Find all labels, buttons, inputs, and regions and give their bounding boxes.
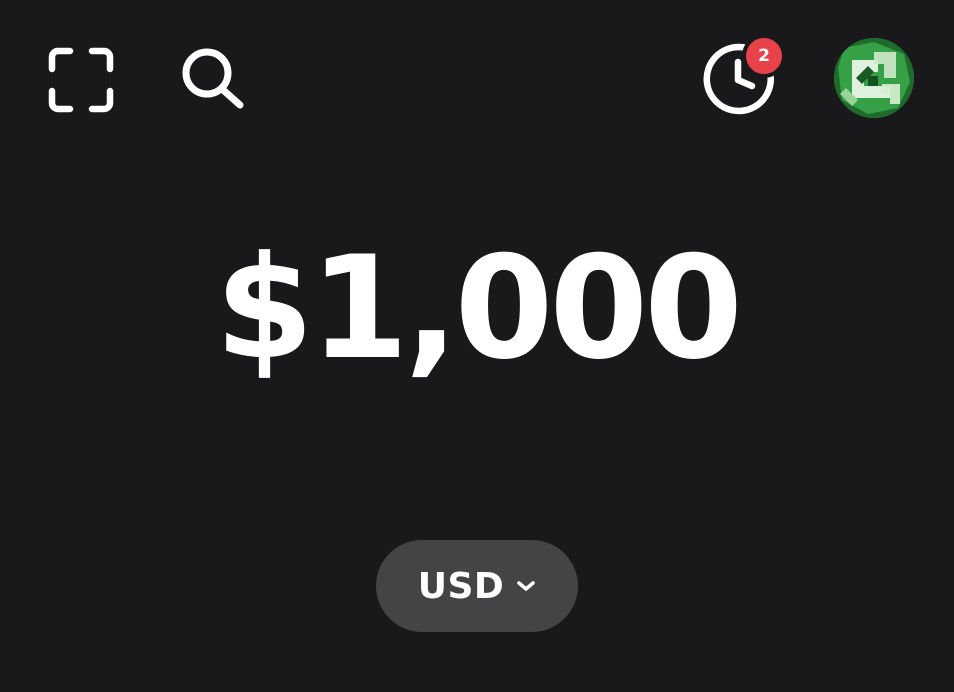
- currency-selector[interactable]: USD: [376, 540, 578, 632]
- search-icon: [182, 48, 244, 109]
- avatar[interactable]: [834, 38, 914, 118]
- avatar-image: [834, 38, 914, 118]
- currency-label: USD: [417, 565, 505, 607]
- scan-icon: [48, 47, 114, 113]
- balance-amount: $1,000: [215, 226, 743, 391]
- chevron-down-icon: [517, 581, 536, 591]
- home-screen: 2 $1,000 USD: [0, 0, 954, 692]
- notification-badge: 2: [742, 34, 786, 78]
- search-button[interactable]: [176, 43, 250, 117]
- activity-button[interactable]: 2: [700, 34, 786, 120]
- scan-button[interactable]: [44, 43, 118, 117]
